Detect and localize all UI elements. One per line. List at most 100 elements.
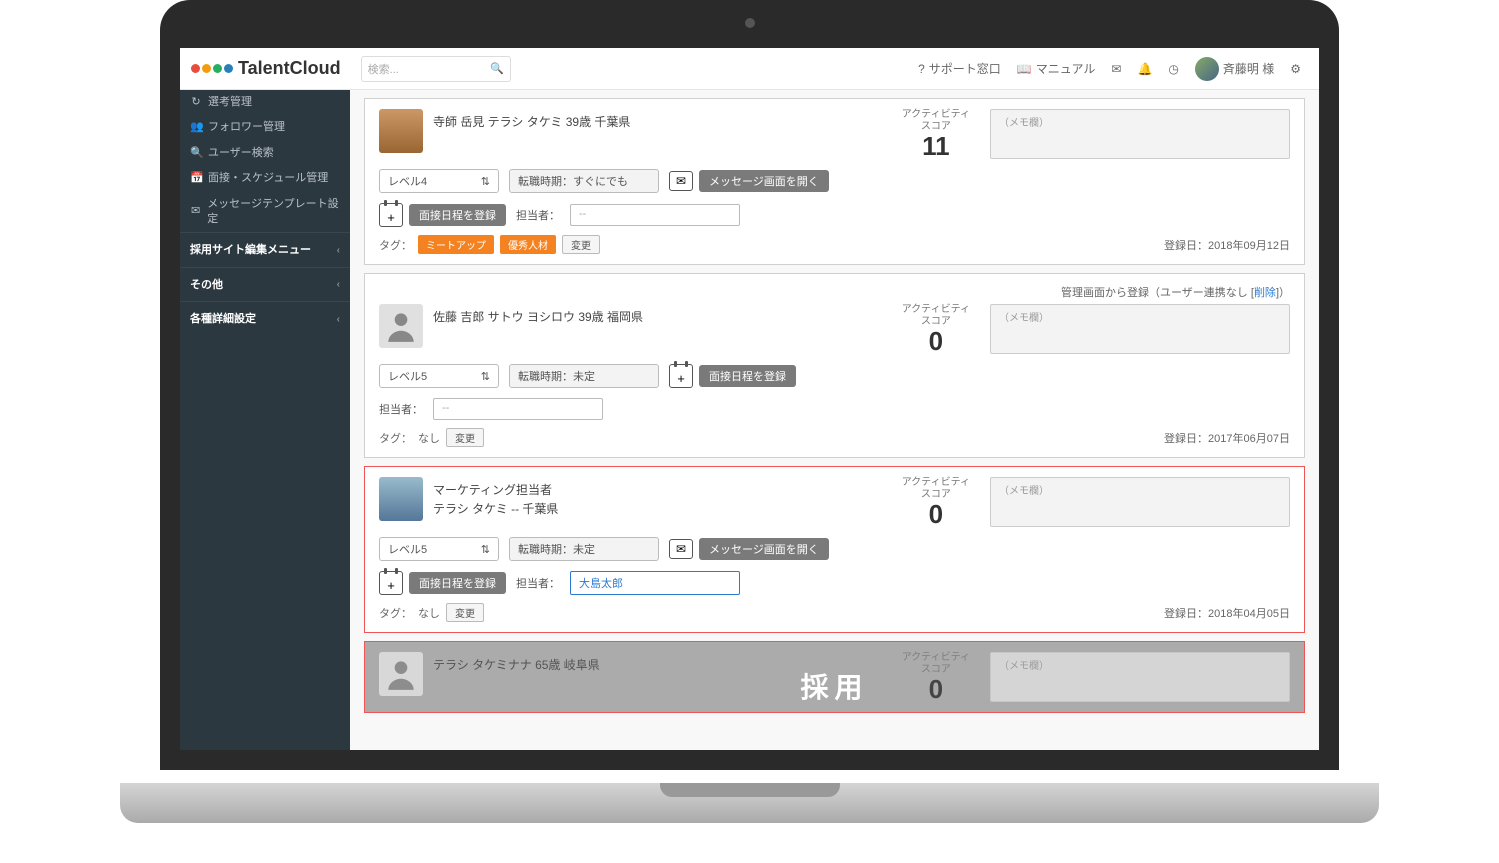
chevron-left-icon: ‹ bbox=[337, 313, 340, 327]
sidebar-item-templates[interactable]: ✉メッセージテンプレート設定 bbox=[180, 192, 350, 233]
manual-link[interactable]: 📖マニュアル bbox=[1017, 60, 1096, 77]
registration-date: 登録日：2018年04月05日 bbox=[1164, 605, 1290, 621]
assignee-input[interactable]: -- bbox=[570, 204, 740, 226]
change-tags-button[interactable]: 変更 bbox=[446, 428, 484, 447]
envelope-icon: ✉ bbox=[669, 171, 693, 191]
transfer-timing: 転職時期：未定 bbox=[509, 364, 659, 388]
tags-row: タグ： なし 変更 bbox=[379, 428, 484, 447]
candidate-name: 佐藤 吉郎 サトウ ヨシロウ 39歳 福岡県 bbox=[433, 308, 892, 325]
search-icon: 🔍 bbox=[490, 62, 504, 75]
memo-field[interactable]: （メモ欄） bbox=[990, 477, 1290, 527]
level-select[interactable]: レベル4⇅ bbox=[379, 169, 499, 193]
memo-field[interactable]: （メモ欄） bbox=[990, 652, 1290, 702]
candidate-card: マーケティング担当者 テラシ タケミ -- 千葉県 アクティビティスコア 0 （… bbox=[364, 466, 1305, 633]
calendar-plus-icon: + bbox=[379, 571, 403, 595]
assignee-input[interactable]: -- bbox=[433, 398, 603, 420]
candidate-card: 寺師 岳見 テラシ タケミ 39歳 千葉県 アクティビティスコア 11 （メモ欄… bbox=[364, 98, 1305, 265]
search-icon: 🔍 bbox=[190, 146, 202, 161]
users-icon: 👥 bbox=[190, 120, 202, 135]
mail-icon: ✉ bbox=[190, 204, 201, 219]
registration-date: 登録日：2018年09月12日 bbox=[1164, 237, 1290, 253]
registration-date: 登録日：2017年06月07日 bbox=[1164, 430, 1290, 446]
book-icon: 📖 bbox=[1017, 62, 1032, 76]
score-value: 0 bbox=[902, 501, 970, 527]
support-link[interactable]: ?サポート窓口 bbox=[918, 60, 1001, 77]
candidate-avatar bbox=[379, 109, 423, 153]
sidebar-item-followers[interactable]: 👥フォロワー管理 bbox=[180, 115, 350, 140]
topbar: TalentCloud 検索... 🔍 ?サポート窓口 📖マニュアル ✉ 🔔 ◷… bbox=[180, 48, 1319, 90]
select-arrows-icon: ⇅ bbox=[481, 175, 490, 188]
question-icon: ? bbox=[918, 62, 925, 76]
open-message-button[interactable]: ✉メッセージ画面を開く bbox=[669, 170, 829, 192]
calendar-plus-icon: + bbox=[669, 364, 693, 388]
change-tags-button[interactable]: 変更 bbox=[446, 603, 484, 622]
activity-score: アクティビティスコア 0 bbox=[902, 477, 970, 527]
sidebar-item-selection[interactable]: ↻選考管理 bbox=[180, 90, 350, 115]
level-select[interactable]: レベル5⇅ bbox=[379, 537, 499, 561]
tag[interactable]: ミートアップ bbox=[418, 235, 494, 254]
tags-label: タグ： bbox=[379, 237, 412, 253]
candidate-avatar bbox=[379, 652, 423, 696]
tags-none: なし bbox=[418, 430, 440, 446]
candidate-name: テラシ タケミ -- 千葉県 bbox=[433, 500, 892, 517]
chevron-left-icon: ‹ bbox=[337, 244, 340, 258]
candidate-avatar bbox=[379, 477, 423, 521]
register-interview-button[interactable]: +面接日程を登録 bbox=[669, 364, 796, 388]
score-value: 11 bbox=[902, 133, 970, 159]
select-arrows-icon: ⇅ bbox=[481, 543, 490, 556]
search-placeholder: 検索... bbox=[368, 61, 399, 77]
register-interview-button[interactable]: +面接日程を登録 bbox=[379, 203, 506, 227]
transfer-timing: 転職時期：すぐにでも bbox=[509, 169, 659, 193]
candidate-card: 管理画面から登録（ユーザー連携なし [削除]） 佐藤 吉郎 サトウ ヨシロウ 3… bbox=[364, 273, 1305, 458]
sidebar-item-user-search[interactable]: 🔍ユーザー検索 bbox=[180, 141, 350, 166]
candidate-card-hired: テラシ タケミナナ 65歳 岐阜県 アクティビティスコア 0 （メモ欄） 採用 bbox=[364, 641, 1305, 713]
tags-label: タグ： bbox=[379, 430, 412, 446]
sidebar: ↻選考管理 👥フォロワー管理 🔍ユーザー検索 📅面接・スケジュール管理 ✉メッセ… bbox=[180, 90, 350, 750]
sidebar-section-settings[interactable]: 各種詳細設定‹ bbox=[180, 301, 350, 335]
sidebar-section-other[interactable]: その他‹ bbox=[180, 267, 350, 301]
delete-link[interactable]: 削除 bbox=[1254, 287, 1276, 299]
assignee-label: 担当者： bbox=[516, 575, 560, 591]
logo-dots-icon bbox=[190, 64, 234, 73]
activity-score: アクティビティスコア 0 bbox=[902, 304, 970, 354]
clock-icon[interactable]: ◷ bbox=[1168, 62, 1178, 76]
admin-registered-note: 管理画面から登録（ユーザー連携なし [削除]） bbox=[379, 284, 1290, 300]
sidebar-section-site-edit[interactable]: 採用サイト編集メニュー‹ bbox=[180, 232, 350, 266]
calendar-icon: 📅 bbox=[190, 171, 202, 186]
brand-text: TalentCloud bbox=[238, 58, 341, 79]
level-select[interactable]: レベル5⇅ bbox=[379, 364, 499, 388]
memo-field[interactable]: （メモ欄） bbox=[990, 304, 1290, 354]
transfer-timing: 転職時期：未定 bbox=[509, 537, 659, 561]
tags-label: タグ： bbox=[379, 605, 412, 621]
activity-score: アクティビティスコア 11 bbox=[902, 109, 970, 159]
candidate-avatar bbox=[379, 304, 423, 348]
bell-icon[interactable]: 🔔 bbox=[1137, 62, 1152, 76]
activity-score: アクティビティスコア 0 bbox=[902, 652, 970, 702]
avatar-icon bbox=[1195, 57, 1219, 81]
memo-field[interactable]: （メモ欄） bbox=[990, 109, 1290, 159]
assignee-label: 担当者： bbox=[379, 401, 423, 417]
assignee-input[interactable]: 大島太郎 bbox=[570, 571, 740, 595]
score-value: 0 bbox=[902, 328, 970, 354]
mail-icon[interactable]: ✉ bbox=[1111, 62, 1121, 76]
settings-icon[interactable]: ⚙ bbox=[1290, 62, 1301, 76]
user-menu[interactable]: 斉藤明 様 bbox=[1195, 57, 1274, 81]
tag[interactable]: 優秀人材 bbox=[500, 235, 556, 254]
register-interview-button[interactable]: +面接日程を登録 bbox=[379, 571, 506, 595]
brand-logo: TalentCloud bbox=[190, 58, 341, 79]
hired-overlay-label: 採用 bbox=[800, 666, 868, 706]
envelope-icon: ✉ bbox=[669, 539, 693, 559]
sidebar-item-schedule[interactable]: 📅面接・スケジュール管理 bbox=[180, 166, 350, 191]
refresh-icon: ↻ bbox=[190, 95, 202, 110]
calendar-plus-icon: + bbox=[379, 203, 403, 227]
candidate-name: 寺師 岳見 テラシ タケミ 39歳 千葉県 bbox=[433, 113, 892, 130]
assignee-label: 担当者： bbox=[516, 207, 560, 223]
main-content: 寺師 岳見 テラシ タケミ 39歳 千葉県 アクティビティスコア 11 （メモ欄… bbox=[350, 90, 1319, 750]
tags-none: なし bbox=[418, 605, 440, 621]
change-tags-button[interactable]: 変更 bbox=[562, 235, 600, 254]
tags-row: タグ： ミートアップ 優秀人材 変更 bbox=[379, 235, 600, 254]
chevron-left-icon: ‹ bbox=[337, 278, 340, 292]
candidate-title: マーケティング担当者 bbox=[433, 481, 892, 498]
open-message-button[interactable]: ✉メッセージ画面を開く bbox=[669, 538, 829, 560]
search-input[interactable]: 検索... 🔍 bbox=[361, 56, 511, 82]
